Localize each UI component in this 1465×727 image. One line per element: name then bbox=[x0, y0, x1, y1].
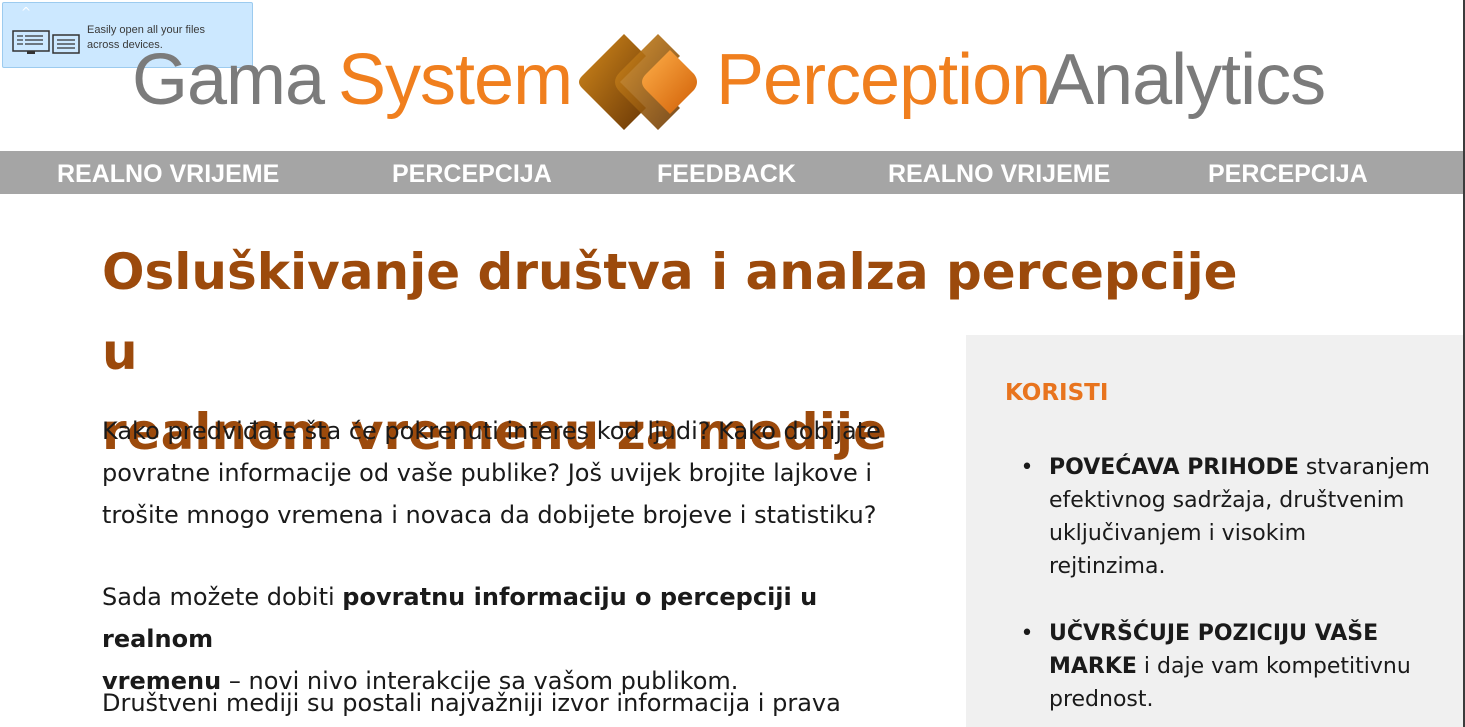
benefit-1-text-a: stvaranjem bbox=[1298, 455, 1430, 480]
intro-line-1: Kako predviđate šta će pokrenuti interes… bbox=[102, 417, 881, 445]
nav-percepcija-2[interactable]: PERCEPCIJA bbox=[1208, 151, 1368, 194]
nav-realno-vrijeme-2[interactable]: REALNO VRIJEME bbox=[888, 151, 1110, 194]
intro-line-2: povratne informacije od vaše publike? Jo… bbox=[102, 459, 873, 487]
benefit-text: POVEĆAVA PRIHODE stvaranjem efektivnog sa… bbox=[1049, 451, 1445, 583]
nav-realno-vrijeme[interactable]: REALNO VRIJEME bbox=[57, 151, 279, 194]
bullet-icon: • bbox=[1020, 455, 1034, 480]
nav-percepcija[interactable]: PERCEPCIJA bbox=[392, 151, 552, 194]
logo-mark-icon bbox=[579, 34, 697, 130]
bullet-icon: • bbox=[1020, 621, 1034, 646]
benefit-1-text-d: rejtinzima. bbox=[1049, 554, 1166, 579]
benefit-2-text-a: i daje vam kompetitivnu bbox=[1136, 654, 1411, 679]
benefit-1-text-c: uključivanjem i visokim bbox=[1049, 521, 1307, 546]
realtime-pre-text: Sada možete dobiti bbox=[102, 583, 343, 611]
main-nav: REALNO VRIJEME PERCEPCIJA FEEDBACK REALN… bbox=[0, 151, 1463, 194]
benefit-2-bold-b: MARKE bbox=[1049, 654, 1137, 679]
benefit-2-text-b: prednost. bbox=[1049, 687, 1154, 712]
social-media-line-1: Društveni mediji su postali najvažniji i… bbox=[102, 689, 841, 717]
site-logo[interactable]: Gama System Perception Analytics bbox=[0, 28, 1465, 138]
benefits-panel: KORISTI • POVEĆAVA PRIHODE stvaranjem efe… bbox=[966, 335, 1463, 727]
intro-paragraph: Kako predviđate šta će pokrenuti interes… bbox=[102, 410, 902, 536]
intro-line-3: trošite mnogo vremena i novaca da dobije… bbox=[102, 501, 877, 529]
logo-word-gama: Gama bbox=[132, 40, 325, 120]
benefit-text: UČVRŠĆUJE POZICIJU VAŠE MARKE i daje vam … bbox=[1049, 617, 1445, 716]
benefit-2-bold-a: UČVRŠĆUJE POZICIJU VAŠE bbox=[1049, 621, 1379, 646]
logo-word-analytics: Analytics bbox=[1046, 40, 1326, 120]
nav-feedback[interactable]: FEEDBACK bbox=[657, 151, 796, 194]
benefit-item: • UČVRŠĆUJE POZICIJU VAŠE MARKE i daje va… bbox=[1005, 617, 1445, 716]
logo-word-perception: Perception bbox=[716, 40, 1051, 120]
benefits-title: KORISTI bbox=[1005, 380, 1109, 406]
benefit-item: • POVEĆAVA PRIHODE stvaranjem efektivnog … bbox=[1005, 451, 1445, 583]
social-media-paragraph: Društveni mediji su postali najvažniji i… bbox=[102, 682, 902, 724]
benefit-1-bold: POVEĆAVA PRIHODE bbox=[1049, 455, 1299, 480]
collapse-caret-icon[interactable]: ^ bbox=[21, 5, 31, 19]
benefit-1-text-b: efektivnog sadržaja, društvenim bbox=[1049, 488, 1405, 513]
logo-word-system: System bbox=[338, 40, 573, 120]
